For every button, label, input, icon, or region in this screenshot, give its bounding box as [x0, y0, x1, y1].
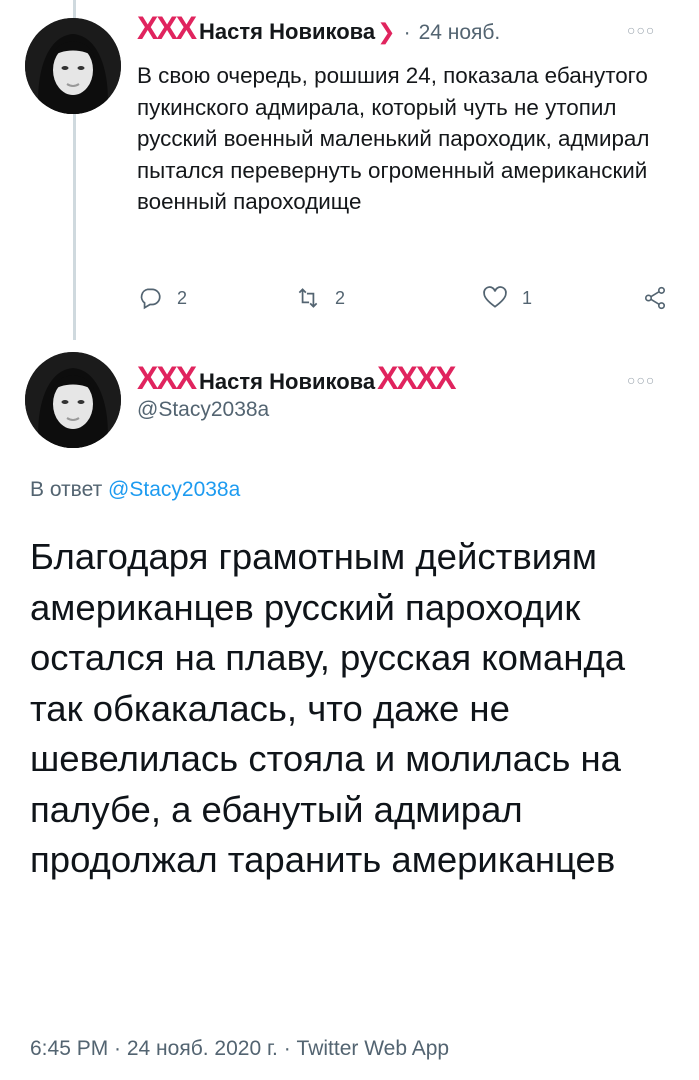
tweet-text: Благодаря грамотным действиям американце…	[30, 536, 626, 880]
like-button[interactable]: 1	[482, 285, 532, 311]
display-name[interactable]: Настя Новикова	[199, 369, 375, 395]
avatar[interactable]	[25, 18, 121, 114]
tweet-timestamp[interactable]: 6:45 PM · 24 нояб. 2020 г. · Twitter Web…	[30, 1037, 449, 1061]
retweet-button[interactable]: 2	[295, 285, 345, 311]
tweet-header: ХХХ Настя Новикова ❯ · 24 нояб.	[137, 12, 500, 45]
name-decoration-suffix: ❯	[377, 19, 396, 44]
reply-label: В ответ	[30, 478, 103, 501]
name-decoration-prefix: ХХХ	[137, 10, 197, 46]
share-button[interactable]	[642, 285, 682, 311]
avatar-photo-icon	[25, 352, 121, 448]
like-icon	[483, 286, 507, 308]
retweet-count: 2	[335, 287, 346, 308]
avatar-photo-icon	[25, 18, 121, 114]
more-icon[interactable]: ○○○	[627, 22, 655, 38]
tweet-date[interactable]: 24 нояб.	[419, 21, 501, 45]
reply-icon	[140, 288, 161, 310]
tweet-text: В свою очередь, рошшия 24, показала ебан…	[137, 63, 650, 214]
reply-button[interactable]: 2	[137, 285, 187, 311]
name-decoration-suffix: ХХХХ	[377, 360, 456, 396]
more-icon[interactable]: ○○○	[627, 372, 655, 388]
display-name[interactable]: Настя Новикова	[199, 19, 375, 45]
like-count: 1	[522, 287, 533, 308]
tweet-header: ХХХ Настя Новикова ХХХХ	[137, 360, 457, 396]
tweet-actions: 2 2 1	[137, 285, 682, 315]
user-handle[interactable]: @Stacy2038a	[137, 398, 269, 422]
reply-count: 2	[177, 287, 188, 308]
retweet-icon	[298, 288, 318, 308]
separator-dot: ·	[403, 21, 411, 44]
name-decoration-prefix: ХХХ	[137, 360, 197, 396]
share-icon	[644, 286, 666, 310]
reply-handle-link[interactable]: @Stacy2038a	[108, 478, 240, 501]
avatar[interactable]	[25, 352, 121, 448]
reply-context: В ответ @Stacy2038a	[30, 478, 240, 502]
